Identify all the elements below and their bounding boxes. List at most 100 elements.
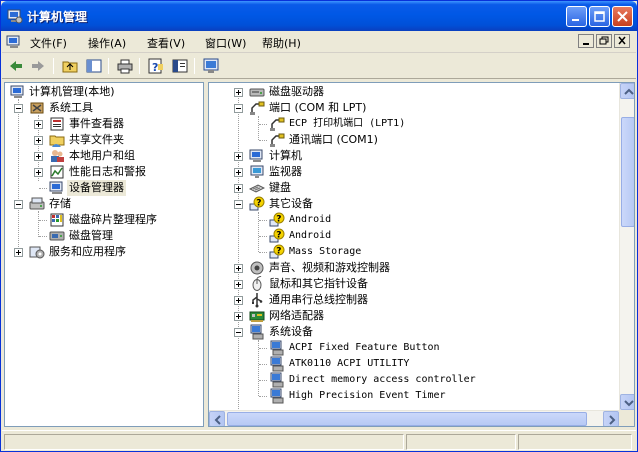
device-label: Mass Storage xyxy=(289,246,362,257)
tree-item-system-tools[interactable]: 系统工具 xyxy=(5,100,203,116)
properties-icon xyxy=(172,59,188,73)
tree-item-services-applications[interactable]: 服务和应用程序 xyxy=(5,244,203,260)
tree-item-disk-management[interactable]: 磁盘管理 xyxy=(5,228,203,244)
collapse-toggle[interactable] xyxy=(14,104,23,113)
expand-toggle[interactable] xyxy=(14,248,23,257)
expand-toggle[interactable] xyxy=(234,312,243,321)
tree-item-disk-defrag[interactable]: 磁盘碎片整理程序 xyxy=(5,212,203,228)
menu-action[interactable]: 操作(A) xyxy=(88,35,126,51)
expand-toggle[interactable] xyxy=(234,152,243,161)
system-device-icon xyxy=(250,324,264,340)
device-category[interactable]: 监视器 xyxy=(209,164,617,180)
minimize-icon xyxy=(572,19,579,21)
expand-toggle[interactable] xyxy=(234,168,243,177)
device-item[interactable]: Direct memory access controller xyxy=(209,372,617,388)
minus-icon xyxy=(236,108,241,109)
chevron-up-icon xyxy=(624,88,634,95)
device-label: Android xyxy=(289,230,332,241)
plus-icon xyxy=(16,250,21,255)
plus-icon xyxy=(36,170,41,175)
device-category[interactable]: 系统设备 xyxy=(209,324,617,340)
device-item[interactable]: High Precision Event Timer xyxy=(209,388,617,404)
title-bar[interactable]: 计算机管理 xyxy=(1,1,637,31)
device-category[interactable]: 网络适配器 xyxy=(209,308,617,324)
console-tree-pane[interactable]: 计算机管理(本地) 系统工具 事件查看器 共享文件夹 本地用户和组 性能日志和警 xyxy=(4,82,204,427)
expand-toggle[interactable] xyxy=(34,168,43,177)
horizontal-scroll-thumb[interactable] xyxy=(227,412,587,426)
tree-item-device-manager[interactable]: 设备管理器 xyxy=(5,180,203,196)
shared-folder-icon xyxy=(49,135,65,147)
chevron-right-icon xyxy=(609,415,616,425)
expand-toggle[interactable] xyxy=(34,152,43,161)
computer-management-icon xyxy=(10,85,24,98)
forward-button[interactable] xyxy=(28,57,48,75)
expand-toggle[interactable] xyxy=(34,120,43,129)
help-button[interactable]: ? xyxy=(146,57,166,75)
monitor-icon xyxy=(250,165,264,178)
menu-window[interactable]: 窗口(W) xyxy=(205,35,246,51)
expand-toggle[interactable] xyxy=(34,136,43,145)
scroll-up-button[interactable] xyxy=(620,83,634,99)
scrollbar-corner xyxy=(619,410,634,426)
device-item[interactable]: ? Android xyxy=(209,212,617,228)
child-minimize-button[interactable] xyxy=(578,34,594,48)
tree-item-label: 磁盘碎片整理程序 xyxy=(69,213,157,226)
vertical-scrollbar[interactable] xyxy=(619,83,634,410)
tree-item-label: 磁盘管理 xyxy=(69,229,113,242)
vertical-scroll-thumb[interactable] xyxy=(621,117,634,227)
device-category[interactable]: 声音、视频和游戏控制器 xyxy=(209,260,617,276)
mmc-document-icon[interactable] xyxy=(6,34,22,50)
tree-item-storage[interactable]: 存储 xyxy=(5,196,203,212)
device-item[interactable]: 通讯端口 (COM1) xyxy=(209,132,617,148)
collapse-toggle[interactable] xyxy=(234,328,243,337)
tree-item-shared-folders[interactable]: 共享文件夹 xyxy=(5,132,203,148)
properties-button[interactable] xyxy=(170,57,190,75)
show-hide-tree-button[interactable] xyxy=(84,57,104,75)
device-category[interactable]: 端口 (COM 和 LPT) xyxy=(209,100,617,116)
device-item[interactable]: ? Mass Storage xyxy=(209,244,617,260)
device-label: 磁盘驱动器 xyxy=(269,85,324,98)
menu-file[interactable]: 文件(F) xyxy=(30,35,67,51)
tree-item-local-users-groups[interactable]: 本地用户和组 xyxy=(5,148,203,164)
expand-toggle[interactable] xyxy=(234,184,243,193)
horizontal-scrollbar[interactable] xyxy=(209,410,619,426)
collapse-toggle[interactable] xyxy=(234,200,243,209)
collapse-toggle[interactable] xyxy=(14,200,23,209)
status-cell-secondary xyxy=(406,434,516,450)
device-category[interactable]: ? 其它设备 xyxy=(209,196,617,212)
minimize-button[interactable] xyxy=(566,6,587,27)
back-button[interactable] xyxy=(6,57,26,75)
expand-toggle[interactable] xyxy=(234,88,243,97)
device-item[interactable]: ATK0110 ACPI UTILITY xyxy=(209,356,617,372)
tree-item-performance-logs[interactable]: 性能日志和警报 xyxy=(5,164,203,180)
child-close-button[interactable] xyxy=(614,34,630,48)
child-restore-button[interactable] xyxy=(596,34,612,48)
expand-toggle[interactable] xyxy=(234,280,243,289)
device-category[interactable]: 键盘 xyxy=(209,180,617,196)
device-category[interactable]: 通用串行总线控制器 xyxy=(209,292,617,308)
tree-item-event-viewer[interactable]: 事件查看器 xyxy=(5,116,203,132)
print-button[interactable] xyxy=(115,57,135,75)
device-item[interactable]: ACPI Fixed Feature Button xyxy=(209,340,617,356)
close-button[interactable] xyxy=(612,6,633,27)
sound-icon xyxy=(250,261,264,275)
device-category[interactable]: 鼠标和其它指针设备 xyxy=(209,276,617,292)
scroll-right-button[interactable] xyxy=(603,411,619,426)
scroll-left-button[interactable] xyxy=(209,411,225,426)
device-item[interactable]: ECP 打印机端口 (LPT1) xyxy=(209,116,617,132)
menu-view[interactable]: 查看(V) xyxy=(147,35,185,51)
device-item[interactable]: ? Android xyxy=(209,228,617,244)
expand-toggle[interactable] xyxy=(234,264,243,273)
scroll-down-button[interactable] xyxy=(620,394,634,410)
collapse-toggle[interactable] xyxy=(234,104,243,113)
maximize-button[interactable] xyxy=(589,6,610,27)
device-category[interactable]: 磁盘驱动器 xyxy=(209,84,617,100)
up-one-level-button[interactable] xyxy=(60,57,80,75)
device-tree-pane[interactable]: 磁盘驱动器端口 (COM 和 LPT) ECP 打印机端口 (LPT1) 通讯端口 … xyxy=(208,82,635,427)
device-category[interactable]: 计算机 xyxy=(209,148,617,164)
menu-help[interactable]: 帮助(H) xyxy=(262,35,301,51)
scan-hardware-button[interactable] xyxy=(201,57,221,75)
tree-root[interactable]: 计算机管理(本地) xyxy=(5,84,203,100)
print-icon xyxy=(117,59,133,74)
expand-toggle[interactable] xyxy=(234,296,243,305)
